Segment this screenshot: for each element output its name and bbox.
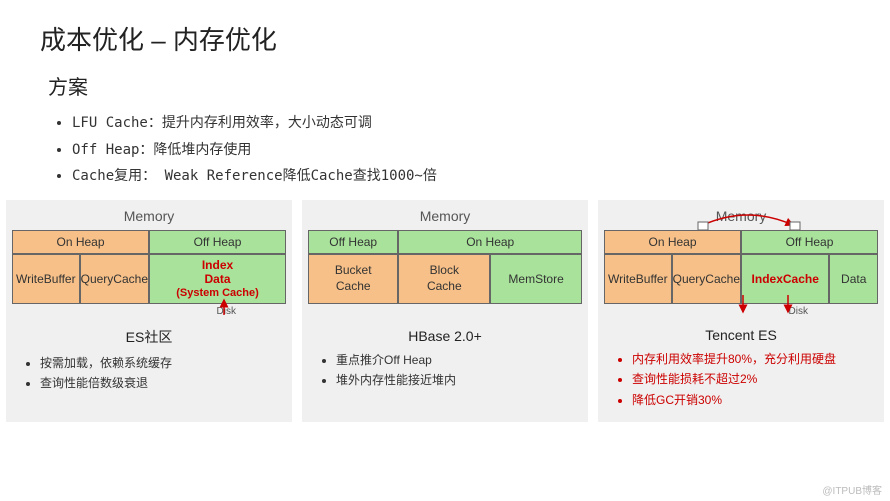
diagram-tencent-es: Memory On Heap WriteBuffer QueryCache Of…: [598, 200, 884, 422]
writebuffer-box: WriteBuffer: [12, 254, 80, 304]
block-label: Block: [430, 263, 459, 279]
bucket-label: Bucket: [335, 263, 372, 279]
diagram-es-community: Memory On Heap WriteBuffer QueryCache Of…: [6, 200, 292, 422]
index-data-box: Index Data (System Cache): [149, 254, 286, 304]
diagram-caption: ES社区: [12, 327, 286, 347]
list-item: 重点推介Off Heap: [336, 350, 582, 370]
memory-label: Memory: [308, 208, 582, 224]
data-label: Data: [204, 272, 230, 286]
list-item: 降低GC开销30%: [632, 390, 878, 410]
block-cache-box: Block Cache: [398, 254, 490, 304]
diagram-hbase: Memory Off Heap Bucket Cache On Heap Blo…: [302, 200, 588, 422]
notes-list: 内存利用效率提升80%，充分利用硬盘 查询性能损耗不超过2% 降低GC开销30%: [604, 349, 878, 410]
section-subtitle: 方案: [0, 57, 890, 104]
off-heap-box: Off Heap: [308, 230, 398, 254]
on-heap-box: On Heap: [12, 230, 149, 254]
diagram-caption: Tencent ES: [604, 327, 878, 343]
memstore-box: MemStore: [490, 254, 582, 304]
cache-label: Cache: [427, 279, 462, 295]
page-title: 成本优化 – 内存优化: [0, 0, 890, 57]
cache-label: Cache: [336, 279, 371, 295]
list-item: LFU Cache：提升内存利用效率，大小动态可调: [72, 110, 890, 137]
list-item: 内存利用效率提升80%，充分利用硬盘: [632, 349, 878, 369]
disk-label: Disk: [12, 306, 286, 317]
memory-label: Memory: [604, 208, 878, 224]
off-heap-box: Off Heap: [741, 230, 878, 254]
diagram-row: Memory On Heap WriteBuffer QueryCache Of…: [0, 190, 890, 422]
querycache-box: QueryCache: [672, 254, 741, 304]
off-heap-box: Off Heap: [149, 230, 286, 254]
writebuffer-box: WriteBuffer: [604, 254, 672, 304]
on-heap-box: On Heap: [604, 230, 741, 254]
list-item: Off Heap：降低堆内存使用: [72, 137, 890, 164]
list-item: 堆外内存性能接近堆内: [336, 370, 582, 390]
diagram-caption: HBase 2.0+: [308, 328, 582, 344]
bucket-cache-box: Bucket Cache: [308, 254, 398, 304]
list-item: 按需加载，依赖系统缓存: [40, 353, 286, 373]
notes-list: 按需加载，依赖系统缓存 查询性能倍数级衰退: [12, 353, 286, 394]
notes-list: 重点推介Off Heap 堆外内存性能接近堆内: [308, 350, 582, 391]
memory-label: Memory: [12, 208, 286, 224]
disk-label: Disk: [604, 306, 878, 317]
top-bullet-list: LFU Cache：提升内存利用效率，大小动态可调 Off Heap：降低堆内存…: [0, 104, 890, 190]
list-item: 查询性能倍数级衰退: [40, 373, 286, 393]
index-label: Index: [202, 258, 233, 272]
list-item: 查询性能损耗不超过2%: [632, 369, 878, 389]
system-cache-label: (System Cache): [176, 287, 259, 300]
indexcache-box: IndexCache: [741, 254, 829, 304]
data-box: Data: [829, 254, 878, 304]
querycache-box: QueryCache: [80, 254, 149, 304]
on-heap-box: On Heap: [398, 230, 582, 254]
list-item: Cache复用： Weak Reference降低Cache查找1000~倍: [72, 163, 890, 190]
watermark: @ITPUB博客: [822, 482, 882, 497]
